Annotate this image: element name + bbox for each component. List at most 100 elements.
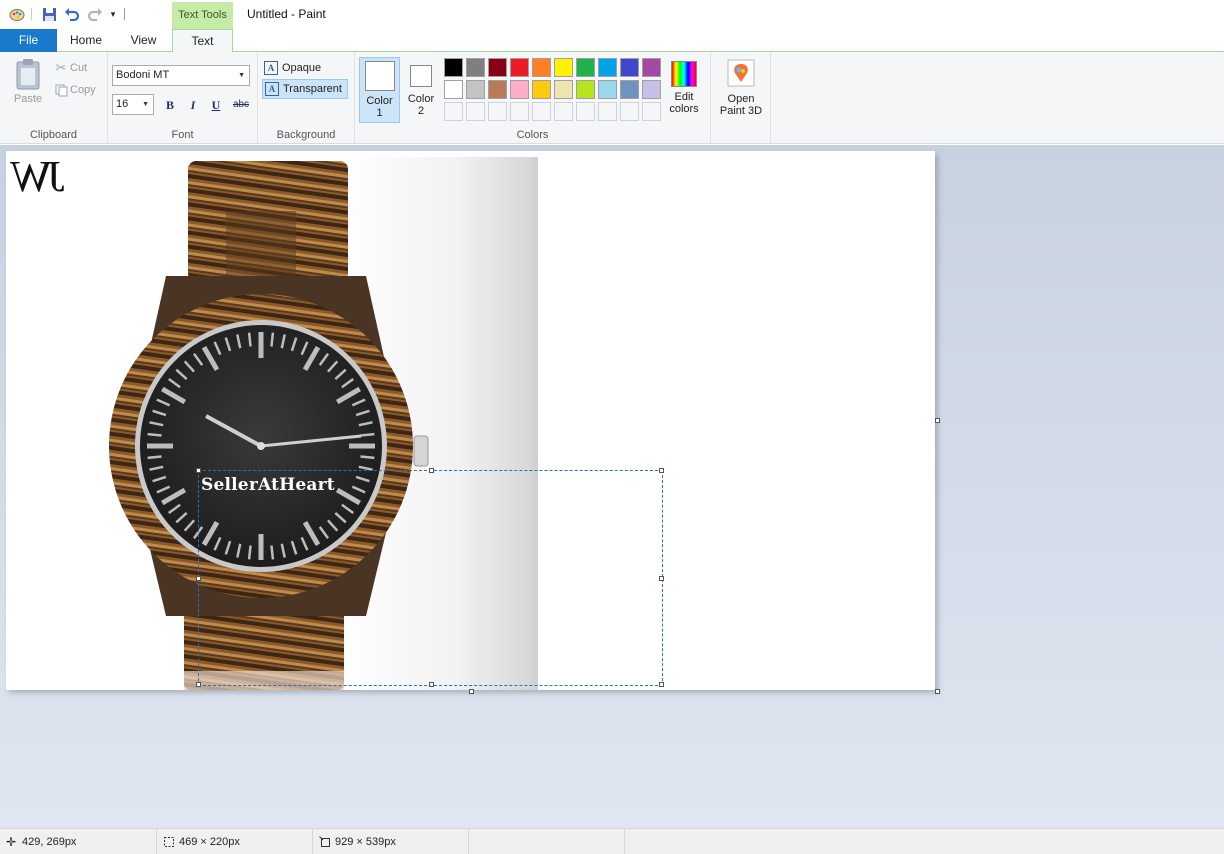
- bold-button[interactable]: B: [161, 96, 179, 114]
- canvas-resize-handle-corner[interactable]: [935, 689, 940, 694]
- resize-handle[interactable]: [659, 576, 664, 581]
- font-size-value: 16: [116, 98, 129, 110]
- image-size-value: 929 × 539px: [335, 836, 396, 848]
- palette-swatch[interactable]: [466, 80, 485, 99]
- tab-home[interactable]: Home: [57, 29, 115, 52]
- palette-swatch[interactable]: [554, 80, 573, 99]
- underline-button[interactable]: U: [207, 96, 225, 114]
- palette-swatch[interactable]: [488, 102, 507, 121]
- resize-handle[interactable]: [429, 682, 434, 687]
- palette-swatch[interactable]: [642, 80, 661, 99]
- ribbon: Paste ✂ Cut Copy Clipboard Bodoni MT ▼ 1…: [0, 52, 1224, 144]
- clipboard-group-label: Clipboard: [29, 129, 78, 141]
- open-paint3d-label: Open Paint 3D: [719, 93, 763, 117]
- color1-button[interactable]: Color 1: [359, 57, 400, 123]
- palette-swatch[interactable]: [510, 80, 529, 99]
- palette-swatch[interactable]: [554, 58, 573, 77]
- font-group: Bodoni MT ▼ 16 ▼ B I U abc Font: [108, 52, 258, 144]
- redo-icon[interactable]: [86, 5, 104, 23]
- palette-swatch[interactable]: [532, 80, 551, 99]
- edit-colors-button[interactable]: Edit colors: [665, 57, 703, 123]
- canvas-resize-handle-right[interactable]: [935, 418, 940, 423]
- dial-tick: [360, 455, 375, 460]
- dial-tick: [360, 432, 375, 437]
- text-box[interactable]: SellerAtHeart: [196, 468, 664, 687]
- tab-file[interactable]: File: [0, 29, 57, 52]
- background-group: A Opaque A Transparent Background: [258, 52, 355, 144]
- drawing-canvas[interactable]: JW SellerAtHeart: [6, 151, 935, 690]
- palette-swatch[interactable]: [444, 102, 463, 121]
- cut-button[interactable]: ✂ Cut: [52, 60, 88, 76]
- font-family-select[interactable]: Bodoni MT ▼: [112, 65, 250, 86]
- font-group-label: Font: [171, 129, 194, 141]
- palette-swatch[interactable]: [554, 102, 573, 121]
- palette-swatch[interactable]: [510, 58, 529, 77]
- cursor-position-value: 429, 269px: [22, 836, 77, 848]
- contextual-tab-text-tools: Text Tools: [172, 2, 233, 29]
- color1-swatch: [364, 61, 395, 91]
- transparent-option[interactable]: A Transparent: [262, 79, 348, 99]
- palette-swatch[interactable]: [532, 102, 551, 121]
- copy-icon: [52, 84, 70, 97]
- palette-swatch[interactable]: [642, 102, 661, 121]
- selection-size-value: 469 × 220px: [179, 836, 240, 848]
- font-family-value: Bodoni MT: [116, 69, 170, 81]
- palette-swatch[interactable]: [488, 80, 507, 99]
- save-icon[interactable]: [40, 5, 58, 23]
- text-box-content[interactable]: SellerAtHeart: [201, 475, 335, 495]
- customize-icon[interactable]: ▾: [107, 5, 119, 23]
- chevron-down-icon: ▼: [238, 72, 245, 79]
- chevron-down-icon: ▼: [142, 101, 149, 108]
- opaque-label: Opaque: [282, 62, 322, 74]
- canvas-workspace[interactable]: JW SellerAtHeart: [0, 145, 1224, 828]
- cursor-position: ✛ 429, 269px: [0, 829, 157, 854]
- palette-swatch[interactable]: [576, 58, 595, 77]
- colors-group: Color 1 Color 2 Edit colors Colors: [355, 52, 711, 144]
- palette-swatch[interactable]: [620, 102, 639, 121]
- opaque-option[interactable]: A Opaque: [262, 58, 348, 78]
- tab-view[interactable]: View: [115, 29, 172, 52]
- palette-swatch[interactable]: [576, 102, 595, 121]
- color2-button[interactable]: Color 2: [403, 57, 439, 123]
- resize-handle[interactable]: [196, 576, 201, 581]
- color2-label: Color 2: [407, 93, 435, 117]
- open-paint3d-button[interactable]: Open Paint 3D: [715, 57, 767, 127]
- undo-icon[interactable]: [63, 5, 81, 23]
- palette-swatch[interactable]: [466, 58, 485, 77]
- resize-handle[interactable]: [196, 468, 201, 473]
- paste-button[interactable]: Paste: [8, 58, 48, 112]
- palette-swatch[interactable]: [598, 58, 617, 77]
- colors-group-label: Colors: [516, 129, 549, 141]
- palette-swatch[interactable]: [466, 102, 485, 121]
- strikethrough-button[interactable]: abc: [230, 96, 252, 114]
- italic-button[interactable]: I: [184, 96, 202, 114]
- resize-handle[interactable]: [429, 468, 434, 473]
- edit-colors-label: Edit colors: [669, 91, 699, 115]
- palette-swatch[interactable]: [444, 58, 463, 77]
- status-empty-cell: [469, 829, 625, 854]
- color1-label: Color 1: [366, 95, 393, 119]
- palette-swatch[interactable]: [620, 80, 639, 99]
- palette-swatch[interactable]: [598, 80, 617, 99]
- palette-swatch[interactable]: [532, 58, 551, 77]
- palette-swatch[interactable]: [620, 58, 639, 77]
- paint3d-icon: [727, 59, 755, 87]
- palette-swatch[interactable]: [444, 80, 463, 99]
- palette-swatch[interactable]: [488, 58, 507, 77]
- paint-icon[interactable]: [8, 5, 26, 23]
- resize-handle[interactable]: [659, 682, 664, 687]
- tab-text[interactable]: Text: [172, 29, 233, 53]
- opaque-icon: A: [264, 61, 278, 75]
- palette-swatch[interactable]: [576, 80, 595, 99]
- divider: [124, 8, 125, 20]
- resize-handle[interactable]: [196, 682, 201, 687]
- palette-swatch[interactable]: [598, 102, 617, 121]
- palette-swatch[interactable]: [510, 102, 529, 121]
- resize-handle[interactable]: [659, 468, 664, 473]
- transparent-icon: A: [265, 82, 279, 96]
- scissors-icon: ✂: [55, 60, 67, 75]
- copy-button[interactable]: Copy: [52, 82, 96, 98]
- canvas-resize-handle-bottom[interactable]: [469, 689, 474, 694]
- font-size-select[interactable]: 16 ▼: [112, 94, 154, 115]
- palette-swatch[interactable]: [642, 58, 661, 77]
